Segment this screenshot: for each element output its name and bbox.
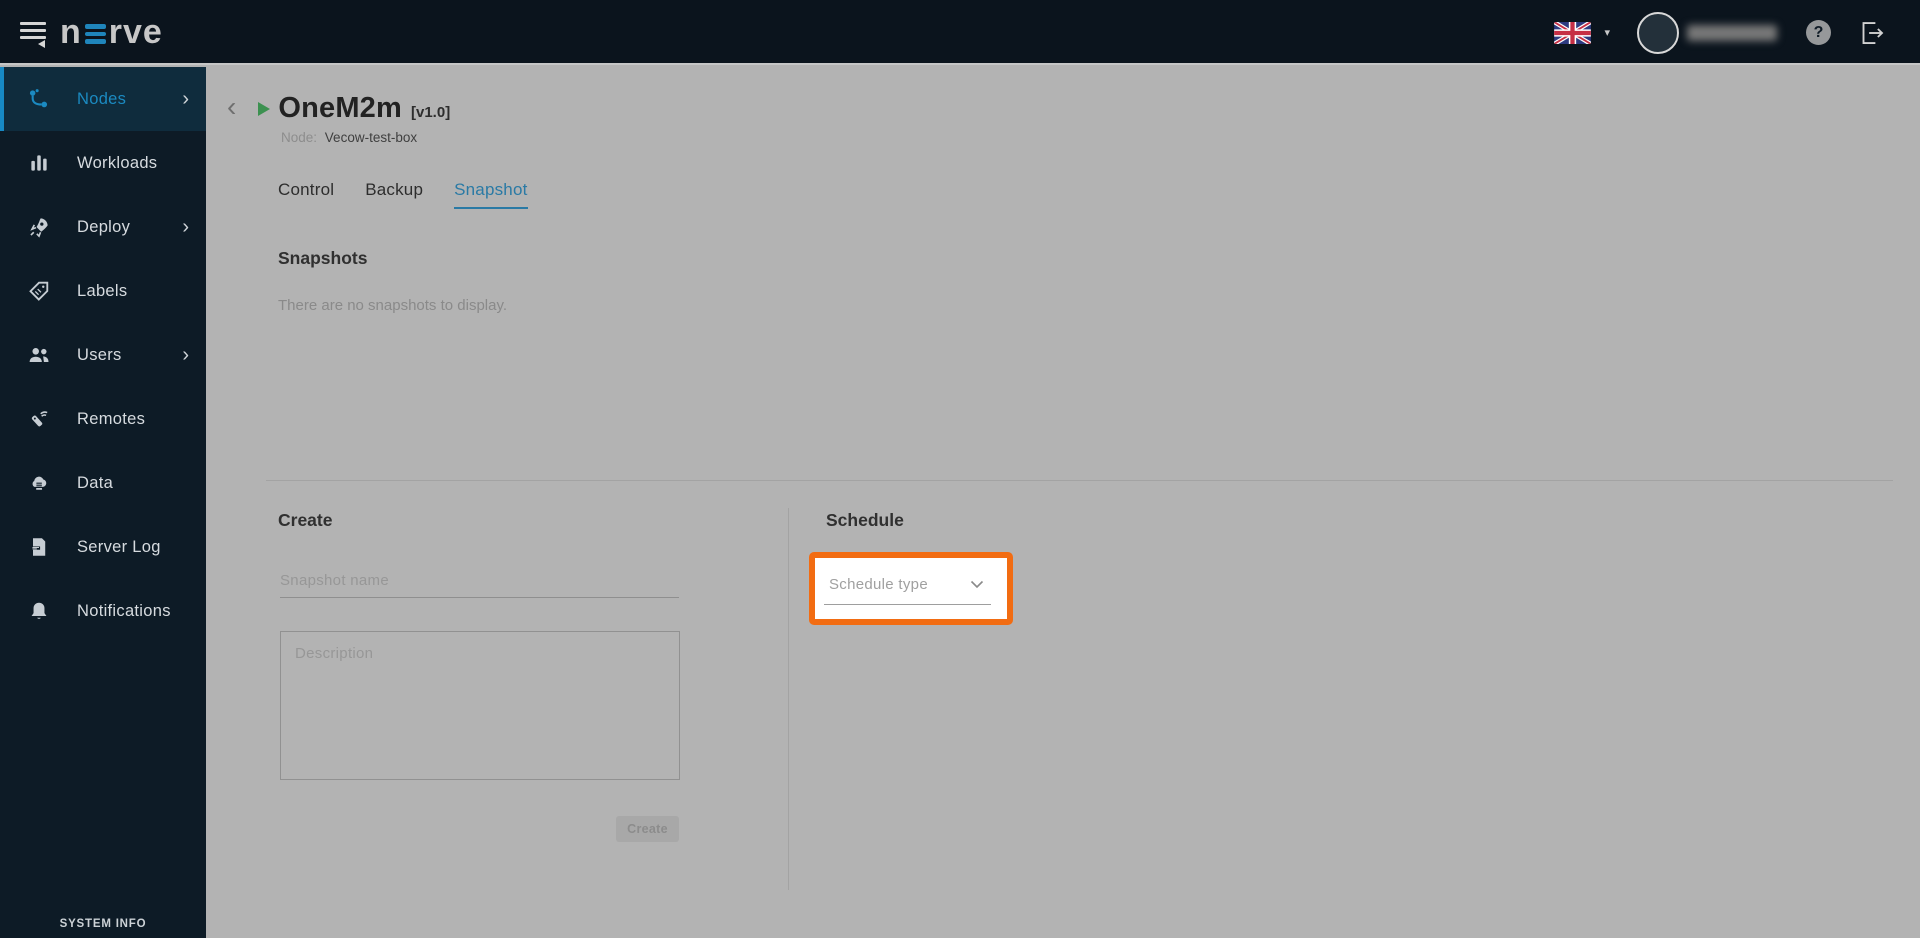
schedule-type-placeholder: Schedule type bbox=[829, 576, 928, 593]
tab-bar: Control Backup Snapshot bbox=[278, 180, 528, 209]
node-line: Node: Vecow-test-box bbox=[281, 130, 450, 145]
snapshots-heading: Snapshots bbox=[278, 248, 368, 268]
sidebar-item-nodes[interactable]: Nodes › bbox=[0, 67, 206, 131]
chevron-down-icon bbox=[970, 580, 984, 589]
labels-tag-icon bbox=[27, 279, 51, 303]
user-name-redacted bbox=[1687, 24, 1777, 41]
chevron-right-icon: › bbox=[182, 88, 189, 110]
sidebar-item-data[interactable]: Data bbox=[0, 451, 206, 515]
logo-text-suffix: rve bbox=[108, 13, 163, 51]
description-textarea[interactable] bbox=[280, 631, 680, 780]
language-caret-down-icon[interactable]: ▾ bbox=[1604, 26, 1610, 39]
logo-e-bars-icon bbox=[84, 24, 106, 44]
top-bar: n rve ▾ ? bbox=[0, 0, 1920, 65]
chevron-right-icon: › bbox=[182, 216, 189, 238]
notifications-bell-icon bbox=[27, 599, 51, 623]
logo-text-prefix: n bbox=[60, 13, 82, 51]
remotes-icon bbox=[27, 407, 51, 431]
sidebar-item-remotes[interactable]: Remotes bbox=[0, 387, 206, 451]
data-cloud-icon bbox=[27, 471, 51, 495]
workload-header: ‹ OneM2m [v1.0] Node: Vecow-test-box bbox=[227, 92, 450, 145]
snapshots-empty-message: There are no snapshots to display. bbox=[278, 297, 508, 314]
logout-icon bbox=[1862, 21, 1884, 44]
menu-collapse-icon[interactable] bbox=[20, 20, 50, 48]
sidebar-item-notifications[interactable]: Notifications bbox=[0, 579, 206, 643]
snapshot-name-input[interactable] bbox=[280, 564, 679, 598]
question-icon: ? bbox=[1813, 23, 1824, 41]
node-label: Node: bbox=[281, 130, 318, 145]
topbar-right-group: ▾ ? bbox=[1554, 0, 1888, 65]
language-flag-uk-icon[interactable] bbox=[1554, 21, 1592, 44]
schedule-type-select[interactable]: Schedule type bbox=[815, 558, 1007, 619]
back-button[interactable]: ‹ bbox=[227, 92, 236, 121]
horizontal-divider bbox=[266, 480, 1893, 481]
tab-snapshot[interactable]: Snapshot bbox=[454, 180, 528, 209]
nodes-icon bbox=[27, 87, 51, 111]
user-avatar[interactable] bbox=[1637, 11, 1679, 54]
select-underline bbox=[824, 604, 991, 605]
system-info-link[interactable]: SYSTEM INFO bbox=[0, 918, 206, 930]
chevron-right-icon: › bbox=[182, 344, 189, 366]
tab-control[interactable]: Control bbox=[278, 180, 334, 209]
app-window: n rve ▾ ? Nodes › Workloads Deploy › Lab… bbox=[0, 0, 1920, 938]
schedule-heading: Schedule bbox=[826, 510, 904, 530]
nerve-logo: n rve bbox=[60, 12, 163, 52]
create-button[interactable]: Create bbox=[616, 816, 679, 842]
sidebar-item-users[interactable]: Users › bbox=[0, 323, 206, 387]
help-button[interactable]: ? bbox=[1806, 20, 1831, 45]
deploy-rocket-icon bbox=[27, 215, 51, 239]
sidebar-item-workloads[interactable]: Workloads bbox=[0, 131, 206, 195]
page-title: OneM2m bbox=[278, 92, 402, 124]
logout-button[interactable] bbox=[1856, 16, 1888, 50]
status-play-icon bbox=[258, 101, 271, 116]
highlight-annotation-box: Schedule type bbox=[809, 552, 1013, 625]
vertical-divider bbox=[788, 508, 789, 890]
sidebar-nav: Nodes › Workloads Deploy › Labels Users … bbox=[0, 67, 206, 938]
users-icon bbox=[27, 343, 51, 367]
create-heading: Create bbox=[278, 510, 333, 530]
sidebar-item-labels[interactable]: Labels bbox=[0, 259, 206, 323]
sidebar-item-deploy[interactable]: Deploy › bbox=[0, 195, 206, 259]
node-name: Vecow-test-box bbox=[324, 130, 418, 145]
server-log-file-icon bbox=[27, 535, 51, 559]
tab-backup[interactable]: Backup bbox=[365, 180, 423, 209]
workloads-icon bbox=[27, 151, 51, 175]
version-badge: [v1.0] bbox=[411, 103, 451, 121]
sidebar-item-server-log[interactable]: Server Log bbox=[0, 515, 206, 579]
